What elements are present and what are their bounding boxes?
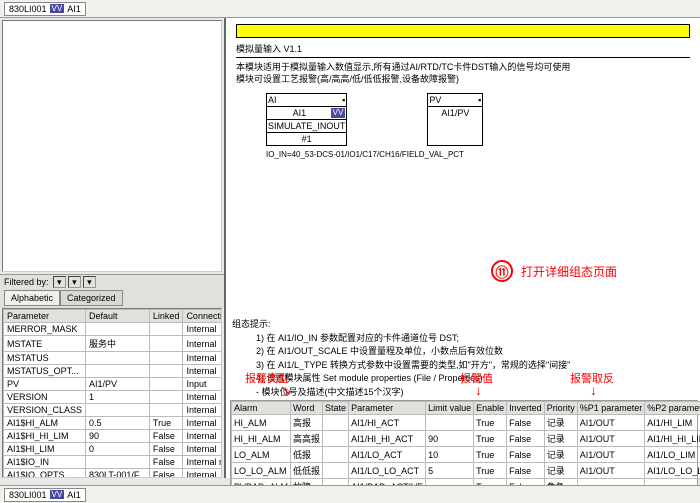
tab-tag: AI1 bbox=[67, 490, 81, 500]
param-table: ParameterDefaultLinkedConnection t... ME… bbox=[3, 309, 222, 478]
tab-tag: AI1 bbox=[67, 4, 81, 14]
table-row[interactable]: AI1$HI_LIM0FalseInternal bbox=[4, 443, 223, 456]
table-row[interactable]: AI1$HI_HI_LIM90FalseInternal bbox=[4, 430, 223, 443]
col-header[interactable]: %P1 parameter bbox=[577, 402, 645, 415]
table-row[interactable]: MERROR_MASKInternal bbox=[4, 323, 223, 336]
tab-categorized[interactable]: Categorized bbox=[60, 290, 123, 306]
doc-desc: 本模块适用于模拟量输入数值显示,所有通过AI/RTD/TC卡件DST输入的信号均… bbox=[236, 62, 690, 85]
table-row[interactable]: MSTATUS_OPT...Internal bbox=[4, 365, 223, 378]
col-header[interactable]: Enable bbox=[474, 402, 507, 415]
col-header[interactable]: Parameter bbox=[4, 310, 86, 323]
table-row[interactable]: AI1$HI_ALM0.5TrueInternal bbox=[4, 417, 223, 430]
pv-block[interactable]: PV▪ AI1/PV bbox=[427, 93, 483, 146]
expand-icon[interactable]: ▪ bbox=[478, 95, 481, 105]
table-row[interactable]: AI1$IO_OPTS830LT-001/F...FalseInternal bbox=[4, 469, 223, 479]
vv-badge: VV bbox=[50, 490, 65, 499]
label-alarm-value: 报警值 bbox=[460, 370, 493, 386]
table-row[interactable]: MSTATE服务中Internal bbox=[4, 336, 223, 352]
tab-alphabetic[interactable]: Alphabetic bbox=[4, 290, 60, 306]
callout-number: ⑪ bbox=[491, 260, 513, 282]
bottom-tab-bar: 830LI001 VV AI1 bbox=[0, 485, 700, 503]
table-row[interactable]: VERSION_CLASSInternal bbox=[4, 404, 223, 417]
col-header[interactable]: Alarm bbox=[232, 402, 291, 415]
top-tab-bar: 830LI001 VV AI1 bbox=[0, 0, 700, 18]
col-header[interactable]: Limit value bbox=[426, 402, 474, 415]
tree-view[interactable] bbox=[2, 20, 222, 272]
col-header[interactable]: Inverted bbox=[507, 402, 545, 415]
left-panel: Filtered by: ▾ ▾ ▾ Alphabetic Categorize… bbox=[0, 18, 226, 478]
table-row[interactable]: VERSION1Internal bbox=[4, 391, 223, 404]
hint-item: 2) 在 AI1/OUT_SCALE 中设置量程及单位，小数点后有效位数 bbox=[256, 345, 700, 359]
table-row[interactable]: HI_HI_ALM高高报AI1/HI_HI_ACT90TrueFalse记录AI… bbox=[232, 431, 700, 447]
col-header[interactable]: Linked bbox=[149, 310, 183, 323]
bottom-tab[interactable]: 830LI001 VV AI1 bbox=[4, 488, 86, 502]
filter-btn2[interactable]: ▾ bbox=[68, 276, 81, 288]
col-header[interactable]: Word bbox=[291, 402, 323, 415]
col-header[interactable]: %P2 parameter bbox=[645, 402, 700, 415]
io-in-text: IO_IN=40_53-DCS-01/IO1/C17/CH16/FIELD_VA… bbox=[266, 150, 690, 159]
table-row[interactable]: PVAI1/PVInput bbox=[4, 378, 223, 391]
table-row[interactable]: MSTATUSInternal bbox=[4, 352, 223, 365]
ai-block[interactable]: AI▪ AI1VV SIMULATE_INOUT #1 bbox=[266, 93, 347, 146]
table-row[interactable]: LO_ALM低报AI1/LO_ACT10TrueFalse记录AI1/OUTAI… bbox=[232, 447, 700, 463]
filter-btn1[interactable]: ▾ bbox=[53, 276, 66, 288]
label-alarm-type: 报警类型 bbox=[245, 370, 289, 386]
col-header[interactable]: Priority bbox=[544, 402, 577, 415]
filter-btn3[interactable]: ▾ bbox=[83, 276, 96, 288]
hint-item: 1) 在 AI1/IO_IN 参数配置对应的卡件通道位号 DST; bbox=[256, 332, 700, 346]
filter-bar: Filtered by: ▾ ▾ ▾ Alphabetic Categorize… bbox=[0, 274, 224, 308]
table-row[interactable]: HI_ALM高报AI1/HI_ACTTrueFalse记录AI1/OUTAI1/… bbox=[232, 415, 700, 431]
alarm-table-wrap[interactable]: AlarmWordStateParameterLimit valueEnable… bbox=[230, 400, 698, 496]
param-table-wrap[interactable]: ParameterDefaultLinkedConnection t... ME… bbox=[2, 308, 222, 478]
tab-id: 830LI001 bbox=[9, 490, 47, 500]
label-alarm-invert: 报警取反 bbox=[570, 370, 614, 386]
hint-item: - 模块位号及描述(中文描述15个汉字) bbox=[256, 386, 700, 400]
tab-id: 830LI001 bbox=[9, 4, 47, 14]
filter-label: Filtered by: bbox=[4, 277, 49, 287]
col-header[interactable]: State bbox=[323, 402, 349, 415]
expand-icon[interactable]: ▪ bbox=[342, 95, 345, 105]
col-header[interactable]: Parameter bbox=[349, 402, 426, 415]
table-row[interactable]: LO_LO_ALM低低报AI1/LO_LO_ACT5TrueFalse记录AI1… bbox=[232, 463, 700, 479]
doc-title: 模拟量输入 V1.1 bbox=[236, 40, 690, 58]
callout-text: 打开详细组态页面 bbox=[521, 263, 617, 280]
vv-badge: VV bbox=[331, 108, 346, 118]
top-tab[interactable]: 830LI001 VV AI1 bbox=[4, 2, 86, 16]
alarm-table: AlarmWordStateParameterLimit valueEnable… bbox=[231, 401, 700, 495]
yellow-banner bbox=[236, 24, 690, 38]
callout-11: ⑪ 打开详细组态页面 bbox=[491, 260, 617, 282]
vv-badge: VV bbox=[50, 4, 65, 13]
table-row[interactable]: AI1$IO_INFalseInternal read bbox=[4, 456, 223, 469]
col-header[interactable]: Connection t... bbox=[183, 310, 222, 323]
col-header[interactable]: Default bbox=[86, 310, 150, 323]
